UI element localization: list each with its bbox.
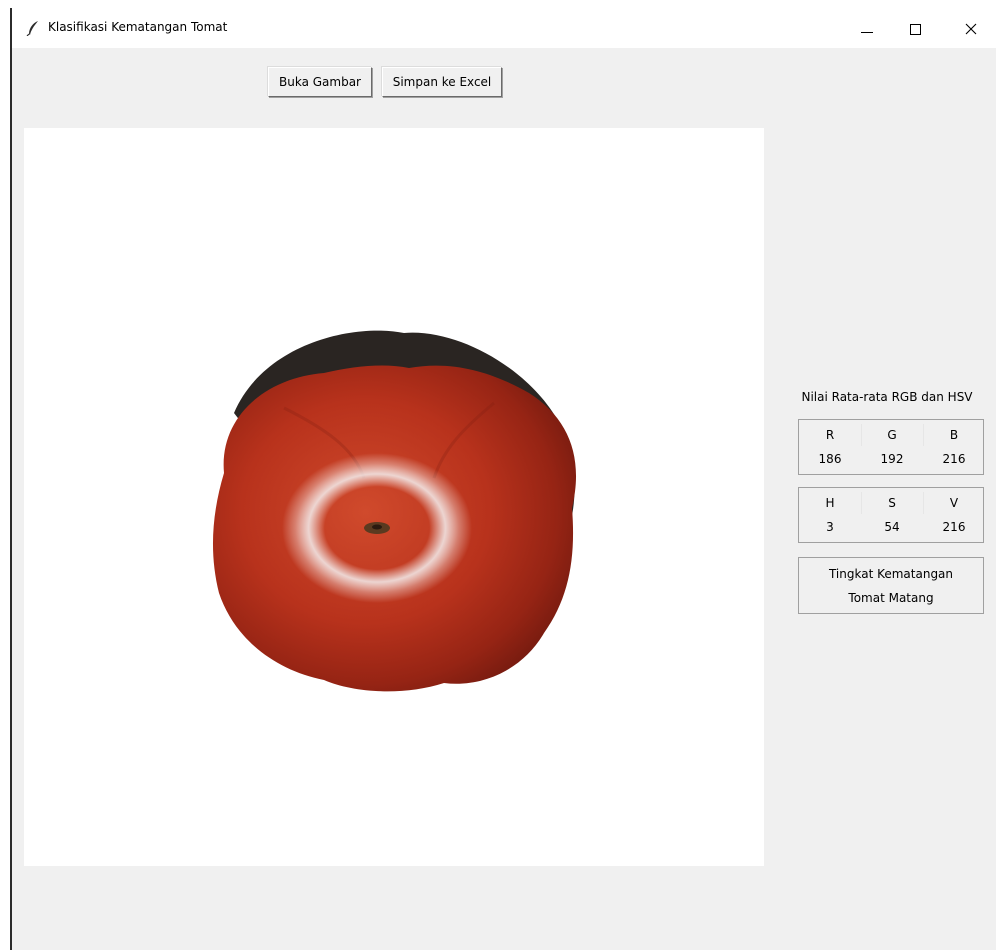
rgb-value-b: 216	[942, 452, 966, 466]
image-canvas	[24, 128, 764, 866]
save-excel-button[interactable]: Simpan ke Excel	[382, 67, 502, 97]
window-title: Klasifikasi Kematangan Tomat	[48, 20, 228, 34]
hsv-value-v: 216	[942, 520, 966, 534]
ripeness-box: Tingkat Kematangan Tomat Matang	[798, 557, 984, 614]
hsv-header-s: S	[888, 496, 896, 510]
results-title: Nilai Rata-rata RGB dan HSV	[801, 390, 973, 404]
app-window: Klasifikasi Kematangan Tomat Buka Gambar…	[10, 8, 996, 950]
maximize-button[interactable]	[892, 14, 938, 44]
close-icon	[965, 23, 977, 35]
ripeness-label: Tingkat Kematangan	[828, 567, 954, 581]
rgb-value-r: 186	[818, 452, 842, 466]
feather-icon	[26, 21, 38, 36]
title-bar[interactable]: Klasifikasi Kematangan Tomat	[12, 8, 996, 48]
open-image-button[interactable]: Buka Gambar	[268, 67, 372, 97]
tomato-photo	[212, 330, 577, 692]
close-button[interactable]	[948, 14, 994, 44]
divider	[861, 424, 862, 446]
hsv-values-box: H S V 3 54 216	[798, 487, 984, 543]
hsv-header-h: H	[825, 496, 835, 510]
minimize-icon	[861, 31, 873, 33]
hsv-value-h: 3	[826, 520, 834, 534]
hsv-value-s: 54	[884, 520, 900, 534]
rgb-value-g: 192	[880, 452, 904, 466]
hsv-header-v: V	[949, 496, 959, 510]
rgb-header-g: G	[887, 428, 897, 442]
rgb-header-b: B	[949, 428, 959, 442]
maximize-icon	[909, 23, 921, 35]
rgb-values-box: R G B 186 192 216	[798, 419, 984, 475]
minimize-button[interactable]	[844, 14, 890, 44]
ripeness-value: Tomat Matang	[848, 591, 934, 605]
rgb-header-r: R	[825, 428, 835, 442]
divider	[923, 424, 924, 446]
divider	[923, 492, 924, 514]
divider	[861, 492, 862, 514]
